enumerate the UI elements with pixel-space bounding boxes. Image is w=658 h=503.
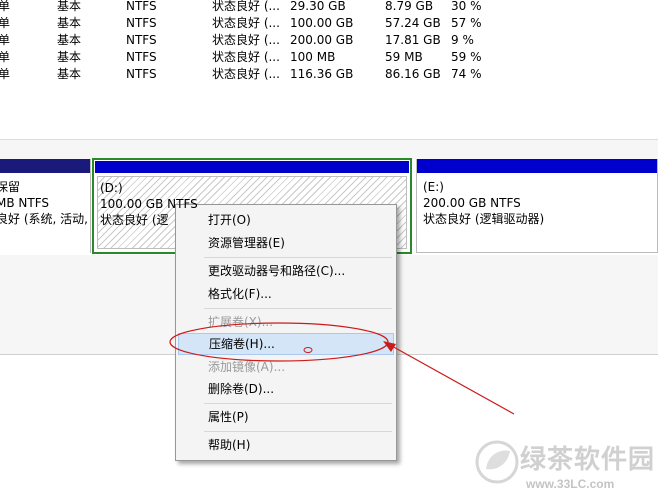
volume-filesystem: NTFS <box>126 33 157 47</box>
volume-free-percent: 59 % <box>451 50 482 64</box>
volume-filesystem: NTFS <box>126 16 157 30</box>
volume-capacity: 29.30 GB <box>290 0 346 13</box>
menu-item-properties[interactable]: 属性(P) <box>178 406 394 428</box>
partition-label: (E:) <box>423 180 444 194</box>
partition-label: (D:) <box>100 181 123 195</box>
menu-separator <box>204 403 392 404</box>
volume-free-percent: 57 % <box>451 16 482 30</box>
watermark: 绿茶软件园 www.33LC.com <box>472 433 658 503</box>
menu-item-add-mirror[interactable]: 添加镜像(A)... <box>178 356 394 378</box>
volume-status: 状态良好 (... <box>212 16 280 30</box>
partition-size: MB NTFS <box>0 196 50 210</box>
volume-type: 基本 <box>57 0 82 13</box>
menu-item-help[interactable]: 帮助(H) <box>178 434 394 456</box>
menu-item-change-drive-letter[interactable]: 更改驱动器号和路径(C)... <box>178 260 394 282</box>
menu-item-delete-volume[interactable]: 删除卷(D)... <box>178 378 394 400</box>
menu-separator <box>204 308 392 309</box>
volume-free-percent: 30 % <box>451 0 482 13</box>
menu-separator <box>204 257 392 258</box>
annotation-arrow-line <box>389 344 515 415</box>
volume-status: 状态良好 (... <box>212 67 280 81</box>
partition-e[interactable]: (E:) 200.00 GB NTFS 状态良好 (逻辑驱动器) <box>416 159 658 253</box>
volume-layout: 单 <box>0 33 11 47</box>
volume-filesystem: NTFS <box>126 67 157 81</box>
partition-bar <box>0 159 90 173</box>
volume-layout: 单 <box>0 0 11 13</box>
menu-item-format[interactable]: 格式化(F)... <box>178 283 394 305</box>
volume-free-space: 17.81 GB <box>385 33 441 47</box>
partition-size: 200.00 GB NTFS <box>423 196 521 210</box>
partition-status: 状态良好 (逻辑驱动器) <box>423 212 545 226</box>
volume-layout: 单 <box>0 67 11 81</box>
volume-capacity: 100 MB <box>290 50 336 64</box>
volume-layout: 单 <box>0 50 11 64</box>
watermark-name: 绿茶软件园 <box>520 445 656 475</box>
volume-type: 基本 <box>57 16 82 30</box>
partition-status: 状态良好 (逻 <box>100 213 169 227</box>
volume-filesystem: NTFS <box>126 0 157 13</box>
menu-item-explorer[interactable]: 资源管理器(E) <box>178 232 394 254</box>
partition-bar <box>417 159 657 173</box>
volume-free-space: 59 MB <box>385 50 423 64</box>
partition-system-reserved[interactable]: 保留 MB NTFS 良好 (系统, 活动, <box>0 159 91 253</box>
context-menu: 打开(O) 资源管理器(E) 更改驱动器号和路径(C)... 格式化(F)...… <box>175 204 397 461</box>
partition-bar <box>95 161 409 173</box>
volume-free-space: 8.79 GB <box>385 0 434 13</box>
watermark-url: www.33LC.com <box>526 477 615 491</box>
volume-type: 基本 <box>57 67 82 81</box>
menu-separator <box>204 431 392 432</box>
volume-free-space: 57.24 GB <box>385 16 441 30</box>
partition-status: 良好 (系统, 活动, <box>0 212 88 226</box>
volume-capacity: 100.00 GB <box>290 16 354 30</box>
volume-type: 基本 <box>57 50 82 64</box>
volume-row[interactable]: 单 基本 NTFS 状态良好 (... 200.00 GB 17.81 GB 9… <box>0 32 658 49</box>
volume-filesystem: NTFS <box>126 50 157 64</box>
leaf-logo-icon <box>475 440 519 484</box>
partition-label: 保留 <box>0 180 21 194</box>
volume-type: 基本 <box>57 33 82 47</box>
volume-status: 状态良好 (... <box>212 33 280 47</box>
volume-row[interactable]: 单 基本 NTFS 状态良好 (... 100.00 GB 57.24 GB 5… <box>0 15 658 32</box>
volume-capacity: 116.36 GB <box>290 67 354 81</box>
volume-capacity: 200.00 GB <box>290 33 354 47</box>
volume-row[interactable]: 单 基本 NTFS 状态良好 (... 29.30 GB 8.79 GB 30 … <box>0 0 658 15</box>
menu-item-extend-volume[interactable]: 扩展卷(X)... <box>178 311 394 333</box>
volume-status: 状态良好 (... <box>212 50 280 64</box>
volume-free-percent: 74 % <box>451 67 482 81</box>
partition-size: 100.00 GB NTFS <box>100 197 198 211</box>
volume-layout: 单 <box>0 16 11 30</box>
volume-free-percent: 9 % <box>451 33 474 47</box>
menu-item-shrink-volume[interactable]: 压缩卷(H)... <box>178 333 394 355</box>
volume-status: 状态良好 (... <box>212 0 280 13</box>
volume-row[interactable]: 单 基本 NTFS 状态良好 (... 116.36 GB 86.16 GB 7… <box>0 66 658 83</box>
volume-row[interactable]: 单 基本 NTFS 状态良好 (... 100 MB 59 MB 59 % <box>0 49 658 66</box>
menu-item-open[interactable]: 打开(O) <box>178 209 394 231</box>
volume-free-space: 86.16 GB <box>385 67 441 81</box>
